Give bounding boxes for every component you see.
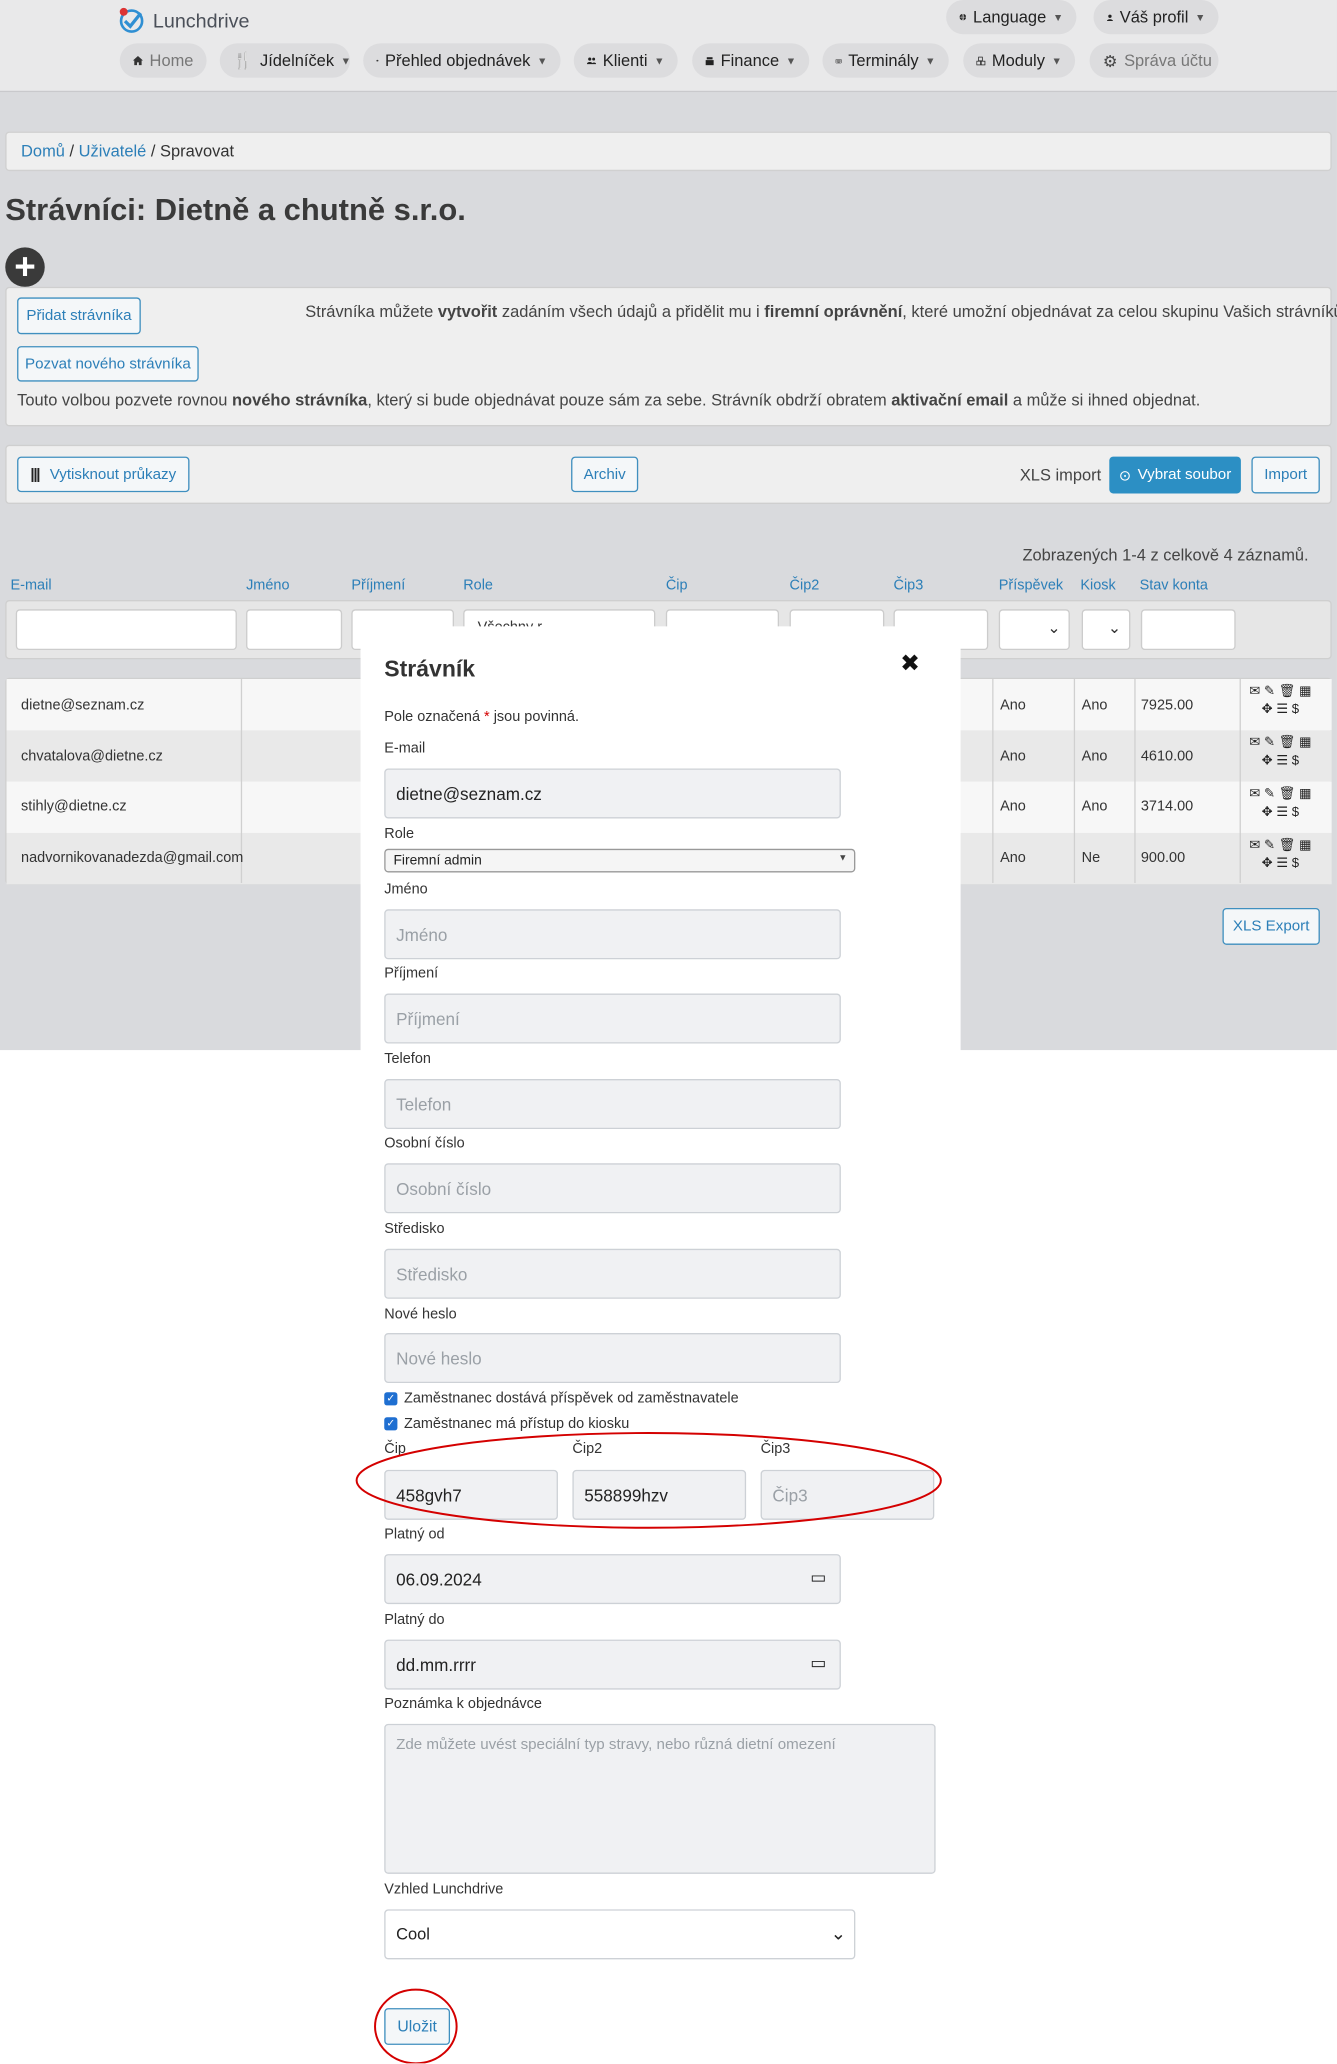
annotation-overlay: [355, 1432, 942, 2064]
save-button-highlight: [374, 1988, 458, 2064]
chip-fields-highlight: [355, 1432, 942, 1529]
